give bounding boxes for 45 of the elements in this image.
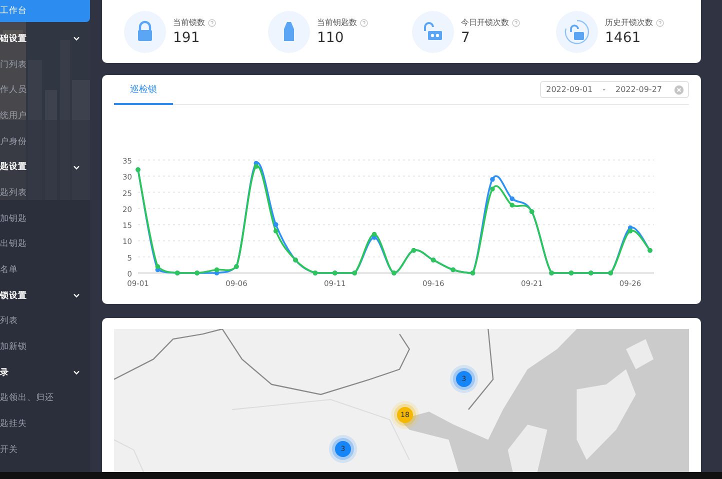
stat-label: 今日开锁次数 (461, 17, 509, 28)
help-icon[interactable] (360, 18, 368, 26)
data-point (490, 176, 495, 182)
menu-item[interactable]: 作人员 (0, 77, 90, 104)
end-date: 2022-09-27 (616, 85, 662, 94)
help-icon[interactable] (512, 18, 520, 26)
help-icon[interactable] (656, 18, 664, 26)
data-point (273, 228, 278, 234)
menu-group-header[interactable]: 录 (0, 360, 90, 386)
stat-value: 1461 (605, 30, 642, 46)
stat-label: 当前锁数 (173, 17, 205, 28)
menu-item[interactable]: 加钥匙 (0, 206, 90, 232)
help-icon[interactable] (208, 18, 216, 26)
menu-item[interactable]: 工作台 (0, 0, 90, 22)
stat-value: 110 (317, 30, 345, 46)
menu-item[interactable]: 门列表 (0, 52, 90, 78)
menu-group-header[interactable]: 础设置 (0, 26, 90, 52)
chevron-down-icon (73, 293, 80, 298)
tab[interactable]: 巡检锁 (114, 75, 173, 105)
menu-item[interactable]: 列表 (0, 308, 90, 334)
data-point (273, 222, 278, 227)
menu-item[interactable]: 匙挂失 (0, 411, 90, 437)
start-date: 2022-09-01 (546, 85, 593, 94)
menu-group-header[interactable]: 锁设置 (0, 282, 90, 309)
menu-item[interactable]: 出钥匙 (0, 232, 90, 258)
date-separator: - (602, 85, 606, 94)
stat-label: 当前钥匙数 (317, 17, 357, 28)
menu-item[interactable]: 统用户 (0, 103, 90, 129)
menu-item[interactable]: 匙列表 (0, 180, 90, 206)
menu-item[interactable]: 开关 (0, 437, 90, 463)
chevron-down-icon (73, 36, 80, 42)
stat-value: 7 (461, 30, 471, 46)
date-range-field[interactable]: 2022-09-01 - 2022-09-27 (540, 81, 689, 98)
unlocked-padlock-icon (564, 18, 590, 44)
menu-item[interactable]: 户身份 (0, 128, 90, 154)
data-point (490, 186, 495, 192)
menu-group-header[interactable]: 匙设置 (0, 154, 90, 180)
menu-item[interactable]: 加新锁 (0, 334, 90, 360)
clear-icon[interactable] (674, 84, 684, 94)
chevron-down-icon (73, 370, 80, 376)
stat-value: 191 (173, 30, 201, 46)
menu-item[interactable]: 名单 (0, 257, 90, 283)
chevron-down-icon (73, 164, 80, 170)
menu-item[interactable]: 匙领出、归还 (0, 386, 90, 412)
stat-label: 历史开锁次数 (605, 17, 653, 28)
